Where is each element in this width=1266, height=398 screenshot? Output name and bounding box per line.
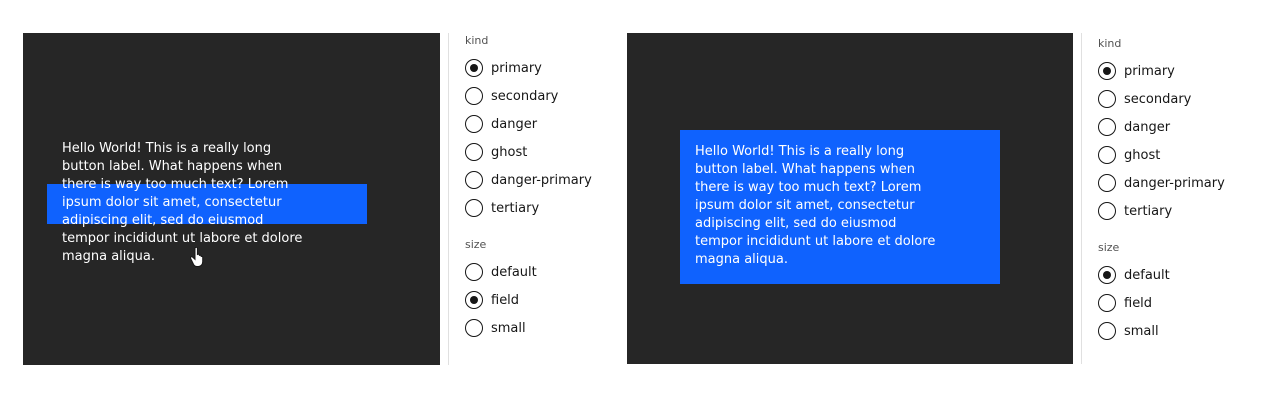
long-label-button-default[interactable]: Hello World! This is a really long butto…: [680, 130, 1000, 284]
radio-button[interactable]: [1098, 294, 1116, 312]
radio-button[interactable]: [465, 291, 483, 309]
knobs-panel-left: kind primary secondary danger ghost danger-p…: [465, 34, 592, 358]
radio-label: default: [1124, 267, 1170, 283]
size-option-small[interactable]: small: [1098, 317, 1225, 345]
radio-label: danger: [1124, 119, 1171, 135]
size-label: size: [1098, 241, 1120, 254]
kind-radio-group: kind primary secondary danger ghost danger-p…: [465, 34, 592, 229]
divider: [1081, 33, 1082, 364]
radio-label: small: [491, 320, 526, 336]
radio-label: ghost: [491, 144, 528, 160]
kind-option-primary[interactable]: primary: [1098, 57, 1225, 85]
radio-button[interactable]: [1098, 174, 1116, 192]
size-radio-group: size default field small: [1098, 241, 1225, 352]
kind-option-danger-primary[interactable]: danger-primary: [465, 166, 592, 194]
radio-label: small: [1124, 323, 1159, 339]
knobs-panel-right: kind primary secondary danger ghost danger-p…: [1098, 37, 1225, 361]
size-option-field[interactable]: field: [465, 286, 592, 314]
radio-label: secondary: [491, 88, 559, 104]
radio-label: primary: [491, 60, 542, 76]
radio-button[interactable]: [1098, 62, 1116, 80]
kind-option-ghost[interactable]: ghost: [465, 138, 592, 166]
radio-button[interactable]: [1098, 90, 1116, 108]
radio-label: field: [491, 292, 520, 308]
radio-button[interactable]: [465, 87, 483, 105]
size-label: size: [465, 238, 487, 251]
radio-label: field: [1124, 295, 1153, 311]
radio-label: tertiary: [1124, 203, 1173, 219]
radio-label: tertiary: [491, 200, 540, 216]
preview-canvas-right: Hello World! This is a really long butto…: [627, 33, 1073, 364]
size-option-default[interactable]: default: [465, 258, 592, 286]
kind-option-ghost[interactable]: ghost: [1098, 141, 1225, 169]
hand-pointer-icon: [189, 247, 204, 267]
divider: [448, 33, 449, 365]
kind-option-danger[interactable]: danger: [465, 110, 592, 138]
radio-button[interactable]: [1098, 146, 1116, 164]
radio-button[interactable]: [465, 319, 483, 337]
radio-button[interactable]: [465, 199, 483, 217]
radio-button[interactable]: [1098, 322, 1116, 340]
kind-option-secondary[interactable]: secondary: [1098, 85, 1225, 113]
kind-label: kind: [465, 34, 489, 47]
radio-button[interactable]: [1098, 266, 1116, 284]
kind-radio-group: kind primary secondary danger ghost danger-p…: [1098, 37, 1225, 232]
radio-label: danger-primary: [1124, 175, 1225, 191]
size-option-default[interactable]: default: [1098, 261, 1225, 289]
radio-button[interactable]: [465, 263, 483, 281]
kind-label: kind: [1098, 37, 1122, 50]
radio-label: default: [491, 264, 537, 280]
radio-button[interactable]: [465, 143, 483, 161]
radio-button[interactable]: [1098, 202, 1116, 220]
kind-option-danger[interactable]: danger: [1098, 113, 1225, 141]
radio-button[interactable]: [1098, 118, 1116, 136]
kind-option-danger-primary[interactable]: danger-primary: [1098, 169, 1225, 197]
size-radio-group: size default field small: [465, 238, 592, 349]
radio-label: danger-primary: [491, 172, 592, 188]
kind-option-primary[interactable]: primary: [465, 54, 592, 82]
preview-canvas-left: Hello World! This is a really long butto…: [23, 33, 440, 365]
radio-label: secondary: [1124, 91, 1192, 107]
radio-button[interactable]: [465, 171, 483, 189]
button-label: Hello World! This is a really long butto…: [695, 144, 936, 267]
radio-label: danger: [491, 116, 538, 132]
radio-label: primary: [1124, 63, 1175, 79]
radio-button[interactable]: [465, 115, 483, 133]
size-option-field[interactable]: field: [1098, 289, 1225, 317]
kind-option-secondary[interactable]: secondary: [465, 82, 592, 110]
size-option-small[interactable]: small: [465, 314, 592, 342]
kind-option-tertiary[interactable]: tertiary: [1098, 197, 1225, 225]
radio-button[interactable]: [465, 59, 483, 77]
radio-label: ghost: [1124, 147, 1161, 163]
kind-option-tertiary[interactable]: tertiary: [465, 194, 592, 222]
